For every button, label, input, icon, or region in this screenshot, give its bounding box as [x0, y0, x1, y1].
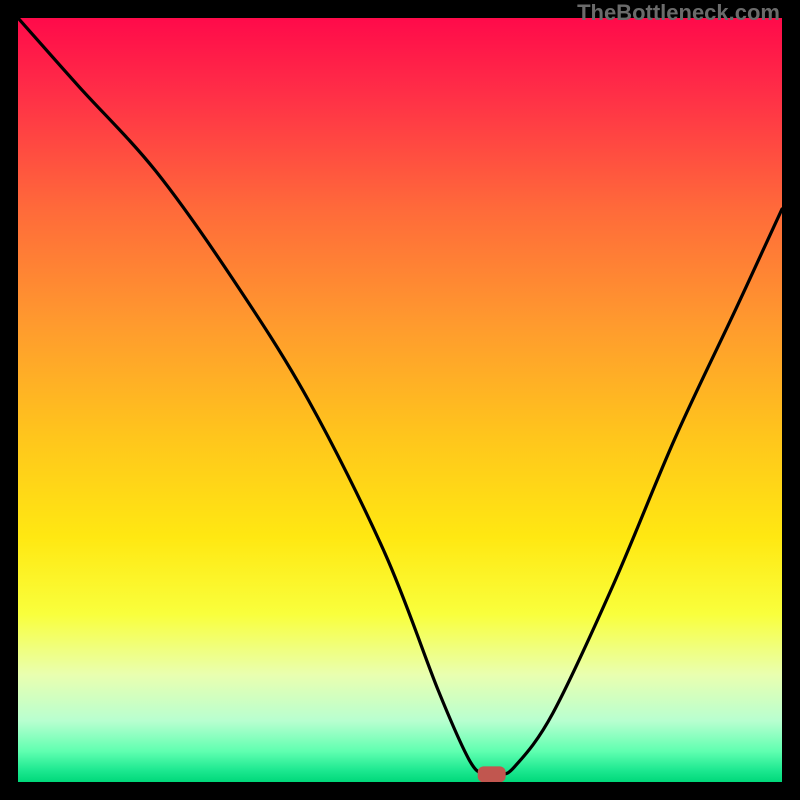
chart-frame [18, 18, 782, 782]
optimum-marker [478, 766, 506, 782]
bottleneck-chart [18, 18, 782, 782]
gradient-background [18, 18, 782, 782]
watermark-text: TheBottleneck.com [577, 0, 780, 26]
